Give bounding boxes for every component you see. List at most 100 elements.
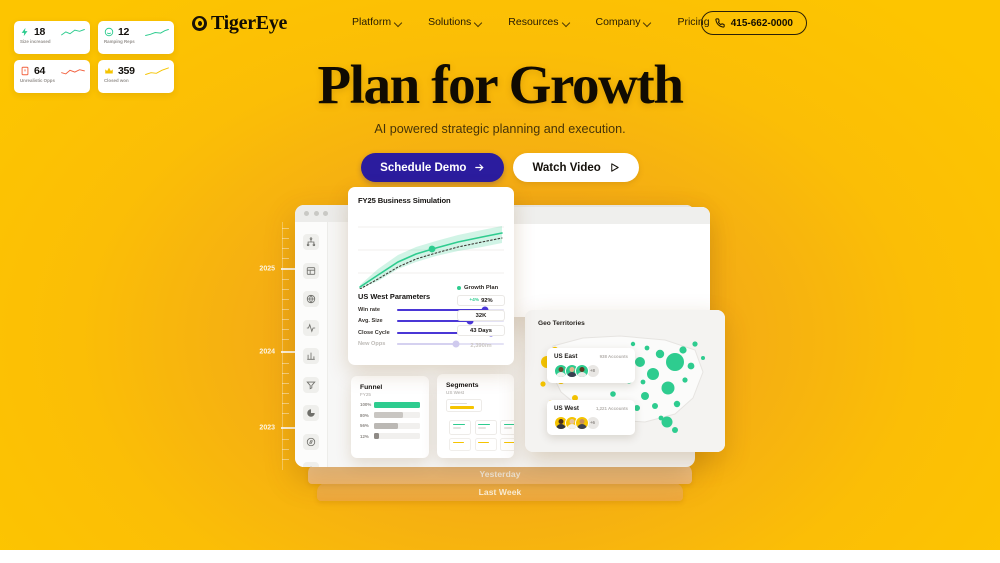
- timeline-ruler: 2025 2024 2023: [243, 222, 296, 470]
- metrics-window-titlebar: [505, 207, 710, 224]
- param-label: Close Cycle: [358, 329, 390, 336]
- sidebar-item-globe-icon[interactable]: [303, 291, 319, 307]
- territory-accounts: 938 Accounts: [599, 354, 628, 359]
- territory-name: US West: [554, 405, 579, 412]
- crown-icon: [105, 67, 113, 73]
- sidebar-item-funnel-icon[interactable]: [303, 376, 319, 393]
- funnel-pct-0: 100%: [360, 402, 372, 407]
- simulation-card: FY25 Business Simulation US West Paramet…: [348, 187, 514, 365]
- doc-alert-icon: [21, 66, 29, 75]
- window-maximize-icon[interactable]: [323, 211, 328, 216]
- segment-tile[interactable]: [449, 420, 471, 435]
- segment-preview-tile[interactable]: [446, 399, 482, 412]
- sidebar-item-compass-icon[interactable]: [303, 433, 319, 450]
- sparkline: [145, 29, 169, 36]
- funnel-subtitle: FY25: [360, 392, 371, 397]
- param-label: Win rate: [358, 306, 381, 313]
- funnel-pct-3: 12%: [360, 433, 369, 439]
- timeline-label-2025: 2025: [259, 265, 275, 273]
- sidebar-item-pie-chart-icon[interactable]: [303, 405, 319, 421]
- segment-tile-row: [449, 438, 514, 451]
- funnel-card: Funnel FY25 100% 80% 56% 12%: [351, 376, 429, 458]
- metric-value: 18: [34, 25, 46, 38]
- segments-subtitle: US West: [446, 390, 465, 395]
- metrics-grid: 18 Size increased 12 Ramping Reps 64 Unr…: [14, 21, 174, 93]
- sidebar-item-bar-chart-icon[interactable]: [303, 348, 319, 364]
- metric-card-closed-won[interactable]: 359 Closed won: [98, 60, 174, 93]
- metric-card-ramping-reps[interactable]: 12 Ramping Reps: [98, 21, 174, 54]
- window-minimize-icon[interactable]: [313, 211, 319, 216]
- win-rate-delta: +4%: [469, 298, 480, 303]
- growth-plan-legend: Growth Plan: [457, 285, 505, 291]
- bolt-icon: [21, 27, 28, 36]
- stack-card-yesterday[interactable]: Yesterday: [308, 464, 692, 484]
- segment-tile[interactable]: [474, 420, 497, 435]
- plan-values-column: Growth Plan +4% 92% 32K 43 Days 2,390/m: [457, 285, 505, 351]
- page-bottom-strip: [0, 550, 1000, 563]
- territory-avatars: +8: [554, 363, 628, 378]
- segments-card: Segments US West: [437, 374, 514, 458]
- win-rate-value: 92%: [481, 297, 493, 304]
- avatar[interactable]: [575, 363, 589, 378]
- timeline-label-2023: 2023: [259, 424, 275, 432]
- app-sidebar: [295, 222, 328, 467]
- funnel-pct-1: 80%: [360, 412, 369, 418]
- simulation-title: FY25 Business Simulation: [358, 196, 451, 205]
- timeline-tick-2023: [281, 427, 296, 429]
- metric-value: 359: [118, 64, 135, 77]
- segment-tile[interactable]: [500, 420, 514, 435]
- territory-card-us-west[interactable]: US West 1,221 Accounts +6: [547, 400, 635, 435]
- segment-tile-row: [449, 420, 514, 435]
- geo-title: Geo Territories: [538, 320, 585, 327]
- timeline-label-2024: 2024: [259, 348, 275, 356]
- param-label: Avg. Size: [358, 318, 383, 324]
- funnel-row: 12%: [360, 433, 420, 439]
- value-avg-size: 32K: [457, 310, 505, 321]
- metric-value: 64: [34, 64, 46, 77]
- stack-card-last-week[interactable]: Last Week: [317, 483, 683, 501]
- timeline-tick-2024: [281, 351, 296, 353]
- sparkline: [145, 67, 169, 75]
- param-label: New Opps: [358, 341, 386, 347]
- territory-name: US East: [554, 353, 578, 360]
- metric-card-size-increased[interactable]: 18 Size increased: [14, 21, 90, 54]
- funnel-row: 100%: [360, 401, 420, 408]
- value-win-rate: +4% 92%: [457, 295, 505, 306]
- sparkline: [61, 69, 85, 75]
- territory-avatars: +6: [554, 415, 628, 430]
- sidebar-item-table-icon[interactable]: [303, 262, 319, 279]
- value-close-cycle: 43 Days: [457, 325, 505, 336]
- stack-card-last-week-label: Last Week: [478, 487, 522, 497]
- product-mockup: Last Week Yesterday 2025 2024 2023 Funne…: [0, 0, 1000, 563]
- territory-card-us-east[interactable]: US East 938 Accounts +8: [547, 348, 635, 383]
- window-close-icon[interactable]: [304, 211, 309, 216]
- segment-tile[interactable]: [474, 438, 497, 451]
- segments-title: Segments: [446, 382, 479, 389]
- metric-label: Size increased: [20, 39, 51, 44]
- funnel-row: 56%: [360, 422, 420, 429]
- territory-accounts: 1,221 Accounts: [595, 406, 628, 411]
- value-new-opps: 2,390/m: [470, 342, 492, 349]
- metrics-window: [505, 207, 710, 317]
- funnel-pct-2: 56%: [360, 423, 369, 428]
- funnel-row: 80%: [360, 412, 420, 418]
- sidebar-item-org-chart-icon[interactable]: [303, 234, 319, 250]
- sidebar-item-pulse-icon[interactable]: [303, 319, 319, 336]
- landing-page: TigerEye Platform Solutions Resources Co…: [0, 0, 1000, 563]
- sparkline: [61, 29, 85, 36]
- segment-tile[interactable]: [449, 438, 471, 451]
- metric-label: Unrealistic Opps: [20, 78, 55, 83]
- stack-card-yesterday-label: Yesterday: [479, 469, 521, 479]
- metric-card-unrealistic-opps[interactable]: 64 Unrealistic Opps: [14, 60, 90, 93]
- growth-chart: [358, 211, 504, 289]
- timeline-tick-2025: [281, 268, 296, 270]
- sidebar-item-crown-icon[interactable]: [303, 462, 319, 467]
- metric-value: 12: [118, 25, 130, 38]
- legend-dot-icon: [457, 286, 461, 290]
- legend-label: Growth Plan: [464, 285, 499, 291]
- metric-label: Ramping Reps: [104, 39, 135, 44]
- segment-tile[interactable]: [500, 438, 514, 451]
- funnel-title: Funnel: [360, 384, 383, 391]
- avatar[interactable]: [575, 415, 589, 430]
- geo-territories-card: Geo Territories US East 938 Accounts +8 …: [525, 310, 725, 452]
